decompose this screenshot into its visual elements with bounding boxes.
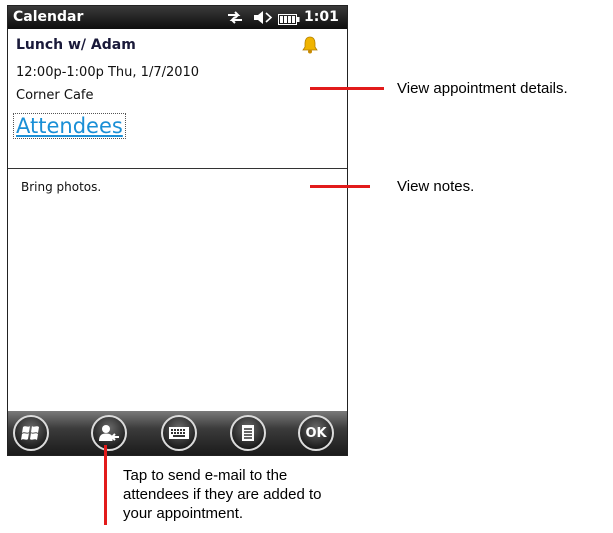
- callout-email: Tap to send e-mail to the attendees if t…: [123, 466, 321, 523]
- callout-details: View appointment details.: [397, 80, 568, 97]
- ok-button-label: OK: [305, 425, 327, 441]
- clock[interactable]: 1:01: [304, 9, 339, 25]
- notes-text[interactable]: Bring photos.: [21, 180, 101, 194]
- keyboard-icon: [169, 427, 189, 439]
- bottom-toolbar: OK: [8, 411, 347, 455]
- callout-email-line1: Tap to send e-mail to the: [123, 467, 288, 484]
- callout-line-notes: [310, 185, 370, 188]
- app-title: Calendar: [13, 9, 84, 25]
- device-screen: Calendar 1:01 Lunch w/ Adam 12:00p-1:00p…: [7, 5, 348, 456]
- bell-icon: [302, 36, 318, 59]
- appointment-datetime: 12:00p-1:00p Thu, 1/7/2010: [16, 65, 200, 80]
- start-button[interactable]: [13, 415, 49, 451]
- callout-line-details: [310, 87, 384, 90]
- callout-email-line2: attendees if they are added to: [123, 486, 322, 503]
- callout-line-email: [104, 445, 107, 525]
- windows-logo-icon: [21, 424, 41, 442]
- attendees-link[interactable]: Attendees: [13, 113, 126, 139]
- contact-send-icon: [98, 423, 120, 443]
- menu-button[interactable]: [230, 415, 266, 451]
- send-email-attendees-button[interactable]: [91, 415, 127, 451]
- ok-button[interactable]: OK: [298, 415, 334, 451]
- speaker-icon[interactable]: [253, 10, 273, 30]
- section-divider: [8, 168, 347, 169]
- battery-icon[interactable]: [278, 12, 300, 30]
- keyboard-button[interactable]: [161, 415, 197, 451]
- callout-email-line3: your appointment.: [123, 505, 244, 522]
- callout-notes: View notes.: [397, 178, 475, 195]
- menu-list-icon: [241, 424, 255, 442]
- connectivity-arrows-icon[interactable]: [226, 10, 244, 30]
- status-bar: Calendar 1:01: [8, 6, 347, 29]
- appointment-location: Corner Cafe: [16, 88, 94, 103]
- appointment-subject: Lunch w/ Adam: [16, 37, 136, 53]
